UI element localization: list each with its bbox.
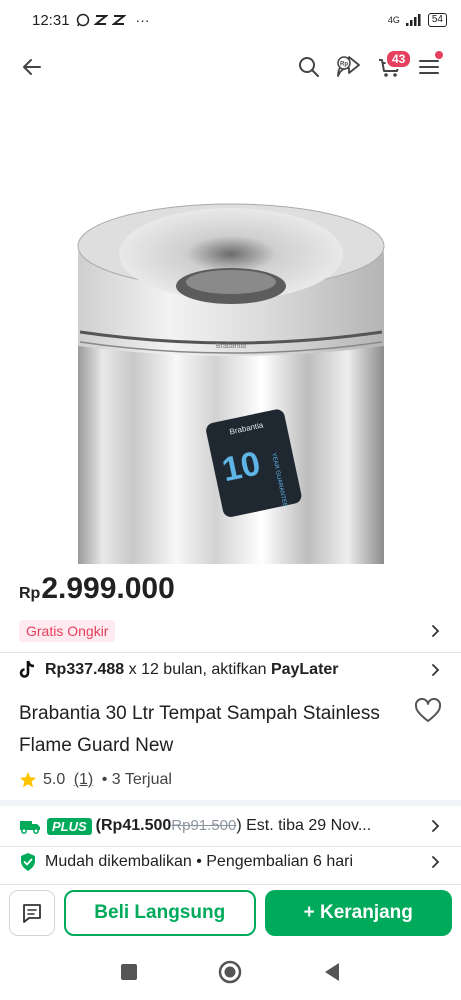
free-shipping-row[interactable]: Gratis Ongkir	[0, 618, 461, 644]
chat-icon	[23, 903, 41, 923]
app-header: Rp 43	[0, 44, 461, 90]
section-divider	[0, 800, 461, 806]
whatsapp-icon	[76, 13, 89, 27]
shipping-row[interactable]: PLUS (Rp41.500Rp91.500) Est. tiba 29 Nov…	[0, 812, 461, 840]
home-button[interactable]	[218, 960, 242, 984]
free-shipping-badge: Gratis Ongkir	[19, 620, 116, 642]
buy-now-button[interactable]: Beli Langsung	[64, 889, 256, 936]
app-notification-icon-2	[111, 15, 126, 25]
review-count-link[interactable]: (1)	[74, 771, 94, 788]
hamburger-menu-icon	[419, 60, 439, 74]
shipping-old-price: Rp91.500	[171, 817, 237, 834]
chevron-right-icon	[432, 856, 440, 868]
product-price: Rp 2.999.000	[19, 572, 175, 606]
bin-brand-label: Brabantia	[216, 343, 246, 350]
star-icon	[20, 772, 36, 788]
back-button[interactable]	[12, 47, 52, 87]
product-image[interactable]: Brabantia 10 YEAR GUARANTEE Brabantia	[0, 96, 461, 564]
app-notification-icon	[93, 15, 108, 25]
share-button[interactable]: Rp	[329, 47, 369, 87]
paylater-amount: Rp337.488	[45, 661, 125, 678]
tag-number: 10	[219, 444, 264, 489]
cart-button[interactable]: 43	[369, 47, 413, 87]
share-rp-icon: Rp	[337, 56, 360, 77]
returns-label: Mudah dikembalikan	[45, 853, 192, 870]
delivery-truck-icon	[20, 821, 40, 834]
trash-bin-illustration: Brabantia 10 YEAR GUARANTEE Brabantia	[77, 203, 385, 564]
paylater-text: x 12 bulan, aktifkan	[124, 661, 271, 678]
recent-apps-button[interactable]	[120, 963, 138, 981]
paylater-row[interactable]: Rp337.488 x 12 bulan, aktifkan PayLater	[0, 656, 461, 684]
arrow-left-icon	[23, 59, 41, 75]
chat-button[interactable]	[9, 889, 55, 936]
plus-badge: PLUS	[47, 817, 92, 835]
returns-row[interactable]: Mudah dikembalikan • Pengembalian 6 hari	[0, 848, 461, 876]
chevron-right-icon	[432, 820, 440, 832]
search-icon	[299, 57, 319, 77]
add-to-cart-button[interactable]: + Keranjang	[264, 889, 452, 936]
paylater-brand: PayLater	[270, 661, 339, 678]
more-notifications-icon: ···	[135, 12, 150, 28]
rating-row: 5.0 (1) • 3 Terjual	[0, 768, 461, 792]
bottom-action-bar: Beli Langsung + Keranjang	[0, 884, 461, 940]
tiktok-icon	[19, 660, 35, 678]
wishlist-button[interactable]	[413, 696, 443, 726]
heart-icon	[414, 697, 442, 722]
chevron-right-icon	[432, 625, 440, 637]
back-nav-button[interactable]	[323, 962, 341, 982]
search-button[interactable]	[289, 47, 329, 87]
product-title: Brabantia 30 Ltr Tempat Sampah Stainless…	[19, 703, 380, 756]
returns-detail: • Pengembalian 6 hari	[191, 853, 354, 870]
shipping-eta: Est. tiba 29 Nov...	[241, 817, 372, 834]
system-navigation-bar	[0, 944, 461, 1000]
svg-text:Rp: Rp	[340, 62, 348, 68]
divider	[0, 652, 461, 653]
battery-icon: 54	[427, 13, 447, 27]
status-bar: 12:31 ··· 4G 54	[0, 0, 461, 40]
price-currency: Rp	[19, 585, 41, 602]
status-time: 12:31	[32, 11, 70, 29]
chevron-right-icon	[432, 664, 440, 676]
price-amount: 2.999.000	[41, 572, 175, 605]
shield-check-icon	[21, 853, 35, 871]
network-type: 4G	[387, 15, 400, 25]
shipping-price: (Rp41.500	[95, 817, 172, 834]
menu-button[interactable]	[409, 47, 449, 87]
signal-icon	[405, 14, 421, 26]
sold-count: • 3 Terjual	[101, 771, 172, 788]
divider	[0, 846, 461, 847]
notification-dot	[435, 51, 443, 59]
rating-value: 5.0	[43, 771, 66, 788]
